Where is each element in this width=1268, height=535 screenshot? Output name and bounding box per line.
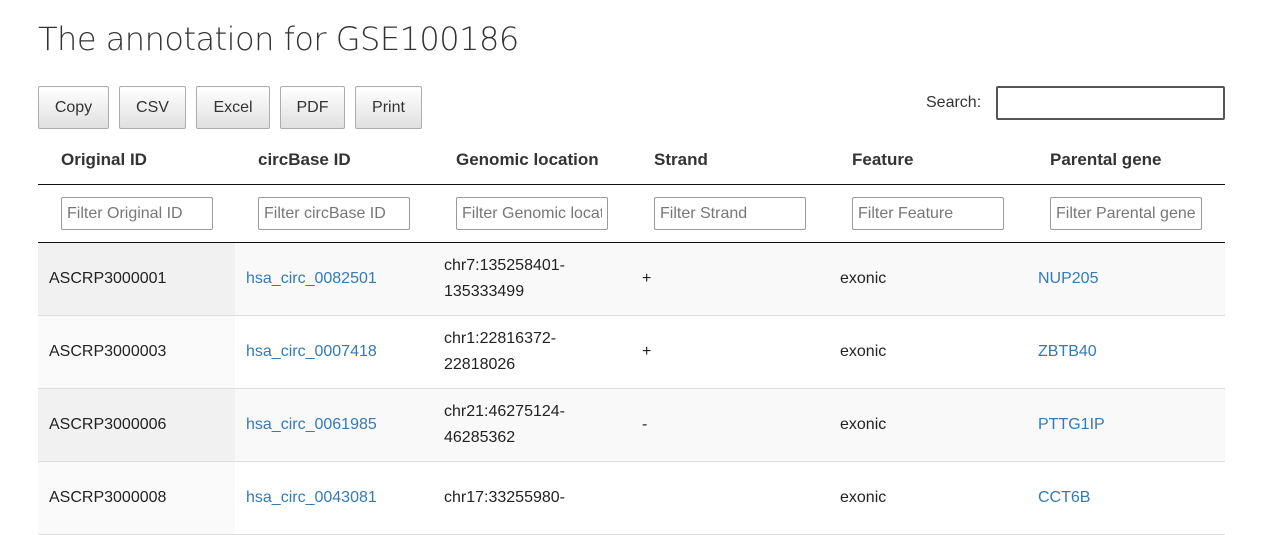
original-id-cell: ASCRP3000006 bbox=[38, 388, 235, 462]
filter-feature-input[interactable] bbox=[852, 197, 1004, 230]
location-line: chr21:46275124- bbox=[444, 403, 565, 420]
pdf-button[interactable]: PDF bbox=[280, 86, 345, 129]
filter-parental-gene-input[interactable] bbox=[1050, 197, 1202, 230]
feature-cell: exonic bbox=[829, 461, 1027, 535]
genomic-location-cell: chr1:22816372- 22818026 bbox=[433, 315, 631, 389]
location-line: chr17:33255980- bbox=[444, 489, 565, 506]
table-row: ASCRP3000003 hsa_circ_0007418 chr1:22816… bbox=[38, 315, 1225, 389]
search-input[interactable] bbox=[996, 86, 1225, 120]
excel-button[interactable]: Excel bbox=[196, 86, 270, 129]
feature-cell: exonic bbox=[829, 388, 1027, 462]
location-line: 46285362 bbox=[444, 429, 516, 446]
column-header-parental-gene[interactable]: Parental gene bbox=[1027, 136, 1225, 185]
location-line: 135333499 bbox=[444, 283, 525, 300]
table-row: ASCRP3000008 hsa_circ_0043081 chr17:3325… bbox=[38, 461, 1225, 535]
filter-original-id-input[interactable] bbox=[61, 197, 213, 230]
circbase-id-link[interactable]: hsa_circ_0007418 bbox=[246, 343, 377, 360]
copy-button[interactable]: Copy bbox=[38, 86, 109, 129]
strand-cell bbox=[631, 461, 829, 535]
parental-gene-link[interactable]: ZBTB40 bbox=[1038, 343, 1097, 360]
location-line: chr7:135258401- bbox=[444, 257, 565, 274]
original-id-cell: ASCRP3000001 bbox=[38, 242, 235, 316]
page-title: The annotation for GSE100186 bbox=[38, 20, 519, 58]
table-row: ASCRP3000006 hsa_circ_0061985 chr21:4627… bbox=[38, 388, 1225, 462]
annotation-table: Original ID circBase ID Genomic location… bbox=[38, 136, 1225, 535]
genomic-location-cell: chr17:33255980- bbox=[433, 461, 631, 535]
circbase-id-link[interactable]: hsa_circ_0082501 bbox=[246, 270, 377, 287]
column-header-feature[interactable]: Feature bbox=[829, 136, 1027, 185]
parental-gene-link[interactable]: NUP205 bbox=[1038, 270, 1098, 287]
genomic-location-cell: chr7:135258401- 135333499 bbox=[433, 242, 631, 316]
circbase-id-link[interactable]: hsa_circ_0061985 bbox=[246, 416, 377, 433]
location-line: 22818026 bbox=[444, 356, 516, 373]
header-row: Original ID circBase ID Genomic location… bbox=[38, 136, 1225, 185]
search-label: Search: bbox=[926, 94, 982, 111]
print-button[interactable]: Print bbox=[355, 86, 422, 129]
parental-gene-link[interactable]: PTTG1IP bbox=[1038, 416, 1105, 433]
column-header-strand[interactable]: Strand bbox=[631, 136, 829, 185]
filter-row bbox=[38, 184, 1225, 243]
csv-button[interactable]: CSV bbox=[119, 86, 186, 129]
original-id-cell: ASCRP3000003 bbox=[38, 315, 235, 389]
circbase-id-link[interactable]: hsa_circ_0043081 bbox=[246, 489, 377, 506]
strand-cell: - bbox=[631, 388, 829, 462]
filter-circbase-id-input[interactable] bbox=[258, 197, 410, 230]
table-row: ASCRP3000001 hsa_circ_0082501 chr7:13525… bbox=[38, 242, 1225, 316]
strand-cell: + bbox=[631, 315, 829, 389]
parental-gene-link[interactable]: CCT6B bbox=[1038, 489, 1090, 506]
feature-cell: exonic bbox=[829, 315, 1027, 389]
column-header-genomic-location[interactable]: Genomic location bbox=[433, 136, 631, 185]
strand-cell: + bbox=[631, 242, 829, 316]
original-id-cell: ASCRP3000008 bbox=[38, 461, 235, 535]
genomic-location-cell: chr21:46275124- 46285362 bbox=[433, 388, 631, 462]
location-line: chr1:22816372- bbox=[444, 330, 557, 347]
feature-cell: exonic bbox=[829, 242, 1027, 316]
filter-genomic-location-input[interactable] bbox=[456, 197, 608, 230]
column-header-circbase-id[interactable]: circBase ID bbox=[235, 136, 433, 185]
column-header-original-id[interactable]: Original ID bbox=[38, 136, 235, 185]
filter-strand-input[interactable] bbox=[654, 197, 806, 230]
